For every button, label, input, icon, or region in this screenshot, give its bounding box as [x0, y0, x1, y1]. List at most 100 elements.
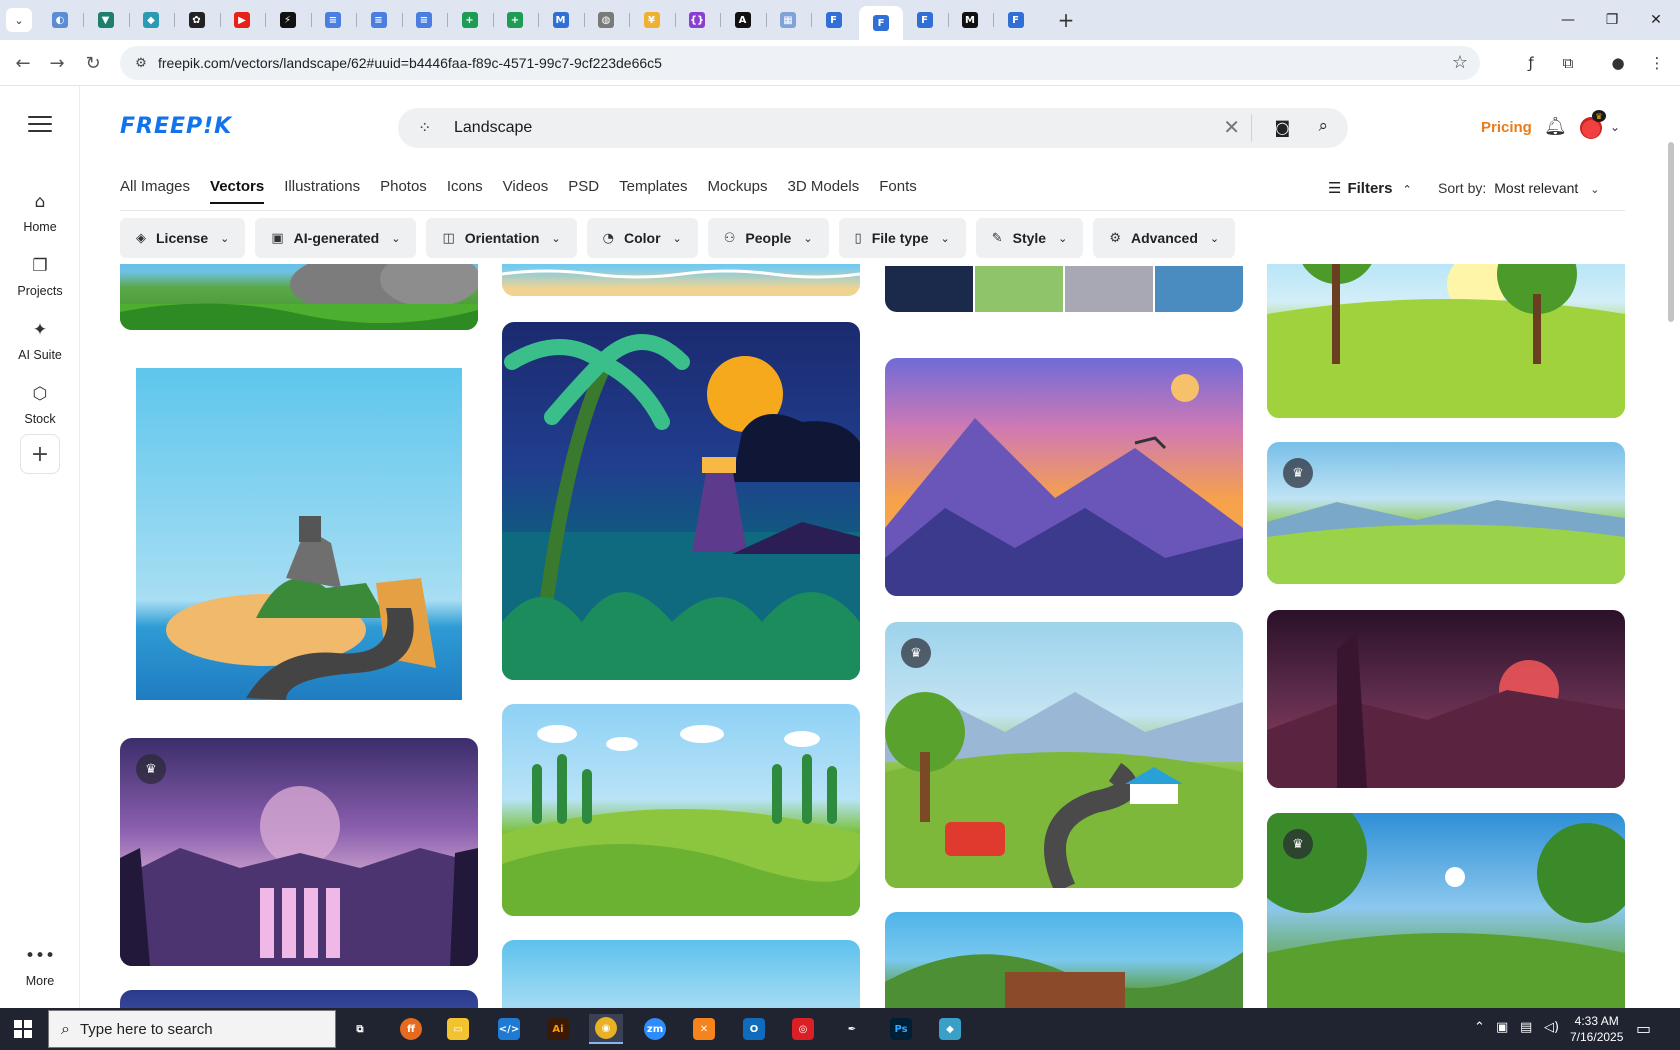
- network-icon[interactable]: ▤: [1520, 1020, 1532, 1035]
- tab-photos[interactable]: Photos: [380, 178, 427, 204]
- tab-templates[interactable]: Templates: [619, 178, 687, 204]
- tab-psd[interactable]: PSD: [568, 178, 599, 204]
- filter-advanced-button[interactable]: ⚙ Advanced ⌄: [1093, 218, 1236, 258]
- scrollbar-thumb[interactable]: [1668, 142, 1674, 322]
- landscape-thumbnail[interactable]: [502, 704, 860, 916]
- tab-3d-models[interactable]: 3D Models: [788, 178, 860, 204]
- clear-search-icon[interactable]: ✕: [1223, 115, 1240, 139]
- address-bar[interactable]: ⚙ freepik.com/vectors/landscape/62#uuid=…: [120, 46, 1480, 80]
- app-icon[interactable]: ◆: [933, 1014, 967, 1044]
- landscape-thumbnail[interactable]: [120, 264, 478, 330]
- landscape-thumbnail[interactable]: [885, 912, 1243, 1008]
- browser-tab[interactable]: ≡: [313, 6, 353, 34]
- search-icon[interactable]: ⌕: [1318, 116, 1328, 136]
- start-button[interactable]: [14, 1020, 32, 1038]
- filter-style-button[interactable]: ✎ Style ⌄: [975, 218, 1084, 258]
- landscape-thumbnail[interactable]: [885, 264, 1243, 312]
- back-button[interactable]: ←: [10, 50, 36, 76]
- browser-tab[interactable]: ◆: [131, 6, 171, 34]
- extensions-puzzle-icon[interactable]: ⧉: [1555, 50, 1581, 76]
- new-tab-button[interactable]: +: [1054, 8, 1078, 32]
- vscode-icon[interactable]: </>: [492, 1014, 526, 1044]
- pricing-link[interactable]: Pricing: [1481, 119, 1532, 136]
- landscape-thumbnail[interactable]: [502, 322, 860, 680]
- landscape-thumbnail[interactable]: [1267, 264, 1625, 418]
- camera-search-icon[interactable]: ◙: [1274, 118, 1290, 137]
- rail-item-stock[interactable]: ⬡ Stock: [0, 384, 80, 436]
- tab-videos[interactable]: Videos: [503, 178, 549, 204]
- browser-menu-icon[interactable]: ⋮: [1644, 50, 1670, 76]
- filter-orientation-button[interactable]: ◫ Orientation ⌄: [426, 218, 577, 258]
- browser-tab[interactable]: +: [495, 6, 535, 34]
- browser-tab[interactable]: ⚡: [268, 6, 308, 34]
- creative-cloud-icon[interactable]: ◎: [786, 1014, 820, 1044]
- landscape-thumbnail[interactable]: [120, 990, 478, 1008]
- filter-ai-generated-button[interactable]: ▣ AI-generated ⌄: [255, 218, 417, 258]
- tab-fonts[interactable]: Fonts: [879, 178, 917, 204]
- taskbar-clock[interactable]: 4:33 AM 7/16/2025: [1570, 1013, 1623, 1045]
- pen-tool-icon[interactable]: ✒: [835, 1014, 869, 1044]
- extension-icon[interactable]: ƒ: [1518, 50, 1544, 76]
- tray-app-icon[interactable]: ▣: [1496, 1020, 1508, 1035]
- xampp-icon[interactable]: ✕: [687, 1014, 721, 1044]
- landscape-thumbnail[interactable]: ♛: [885, 622, 1243, 888]
- landscape-thumbnail[interactable]: [502, 940, 860, 1008]
- browser-tab[interactable]: ✿: [177, 6, 217, 34]
- hamburger-menu-icon[interactable]: [28, 116, 52, 132]
- taskbar-search[interactable]: ⌕ Type here to search: [48, 1010, 336, 1048]
- landscape-thumbnail[interactable]: [885, 358, 1243, 596]
- firefox-icon[interactable]: ff: [394, 1014, 428, 1044]
- ai-search-icon[interactable]: ⁘: [418, 118, 431, 137]
- browser-tab[interactable]: ▶: [222, 6, 262, 34]
- browser-tab[interactable]: ◍: [586, 6, 626, 34]
- browser-tab[interactable]: +: [450, 6, 490, 34]
- browser-tab[interactable]: M: [950, 6, 990, 34]
- tab-vectors[interactable]: Vectors: [210, 178, 265, 204]
- task-view-icon[interactable]: ⧉: [343, 1014, 377, 1044]
- rail-item-projects[interactable]: ❐ Projects: [0, 256, 80, 308]
- add-button[interactable]: +: [20, 434, 60, 474]
- browser-tab[interactable]: F: [814, 6, 854, 34]
- browser-tab[interactable]: ≡: [359, 6, 399, 34]
- zoom-icon[interactable]: zm: [638, 1014, 672, 1044]
- outlook-icon[interactable]: O: [737, 1014, 771, 1044]
- notifications-icon[interactable]: ▭: [1636, 1019, 1651, 1038]
- browser-tab[interactable]: M: [541, 6, 581, 34]
- browser-tab[interactable]: F: [996, 6, 1036, 34]
- browser-tab[interactable]: ≡: [404, 6, 444, 34]
- profile-icon[interactable]: ●: [1605, 50, 1631, 76]
- browser-tab[interactable]: ¥: [632, 6, 672, 34]
- landscape-thumbnail[interactable]: ♛: [1267, 813, 1625, 1008]
- rail-item-home[interactable]: ⌂ Home: [0, 192, 80, 244]
- bookmark-star-icon[interactable]: ☆: [1452, 52, 1468, 73]
- chrome-icon[interactable]: ◉: [589, 1014, 623, 1044]
- rail-item-more[interactable]: ••• More: [0, 946, 80, 998]
- site-info-icon[interactable]: ⚙: [132, 54, 150, 72]
- tab-icons[interactable]: Icons: [447, 178, 483, 204]
- search-input[interactable]: Landscape: [454, 119, 532, 137]
- sort-dropdown[interactable]: Sort by: Most relevant ⌄: [1438, 180, 1600, 196]
- file-explorer-icon[interactable]: ▭: [441, 1014, 475, 1044]
- browser-tab[interactable]: A: [723, 6, 763, 34]
- browser-tab[interactable]: F: [859, 6, 903, 40]
- landscape-thumbnail[interactable]: [502, 264, 860, 296]
- filter-file-type-button[interactable]: ▯ File type ⌄: [838, 218, 966, 258]
- close-window-button[interactable]: ✕: [1634, 8, 1678, 32]
- search-bar[interactable]: ⁘ Landscape ✕ ◙ ⌕: [398, 108, 1348, 148]
- rail-item-ai-suite[interactable]: ✦ AI Suite: [0, 320, 80, 372]
- filter-people-button[interactable]: ⚇ People ⌄: [707, 218, 829, 258]
- maximize-button[interactable]: ❐: [1590, 8, 1634, 32]
- browser-tab[interactable]: ◐: [40, 6, 80, 34]
- volume-icon[interactable]: ◁): [1544, 1020, 1559, 1035]
- reload-button[interactable]: ↻: [80, 50, 106, 76]
- landscape-thumbnail[interactable]: [1267, 610, 1625, 788]
- filter-license-button[interactable]: ◈ License ⌄: [120, 218, 246, 258]
- browser-tab[interactable]: ▼: [86, 6, 126, 34]
- landscape-thumbnail[interactable]: ♛: [1267, 442, 1625, 584]
- landscape-thumbnail[interactable]: [136, 368, 462, 700]
- address-url[interactable]: freepik.com/vectors/landscape/62#uuid=b4…: [158, 55, 662, 71]
- filters-button[interactable]: ☰ Filters ⌃: [1328, 179, 1418, 197]
- illustrator-icon[interactable]: Ai: [541, 1014, 575, 1044]
- landscape-thumbnail[interactable]: ♛: [120, 738, 478, 966]
- browser-tab[interactable]: F: [905, 6, 945, 34]
